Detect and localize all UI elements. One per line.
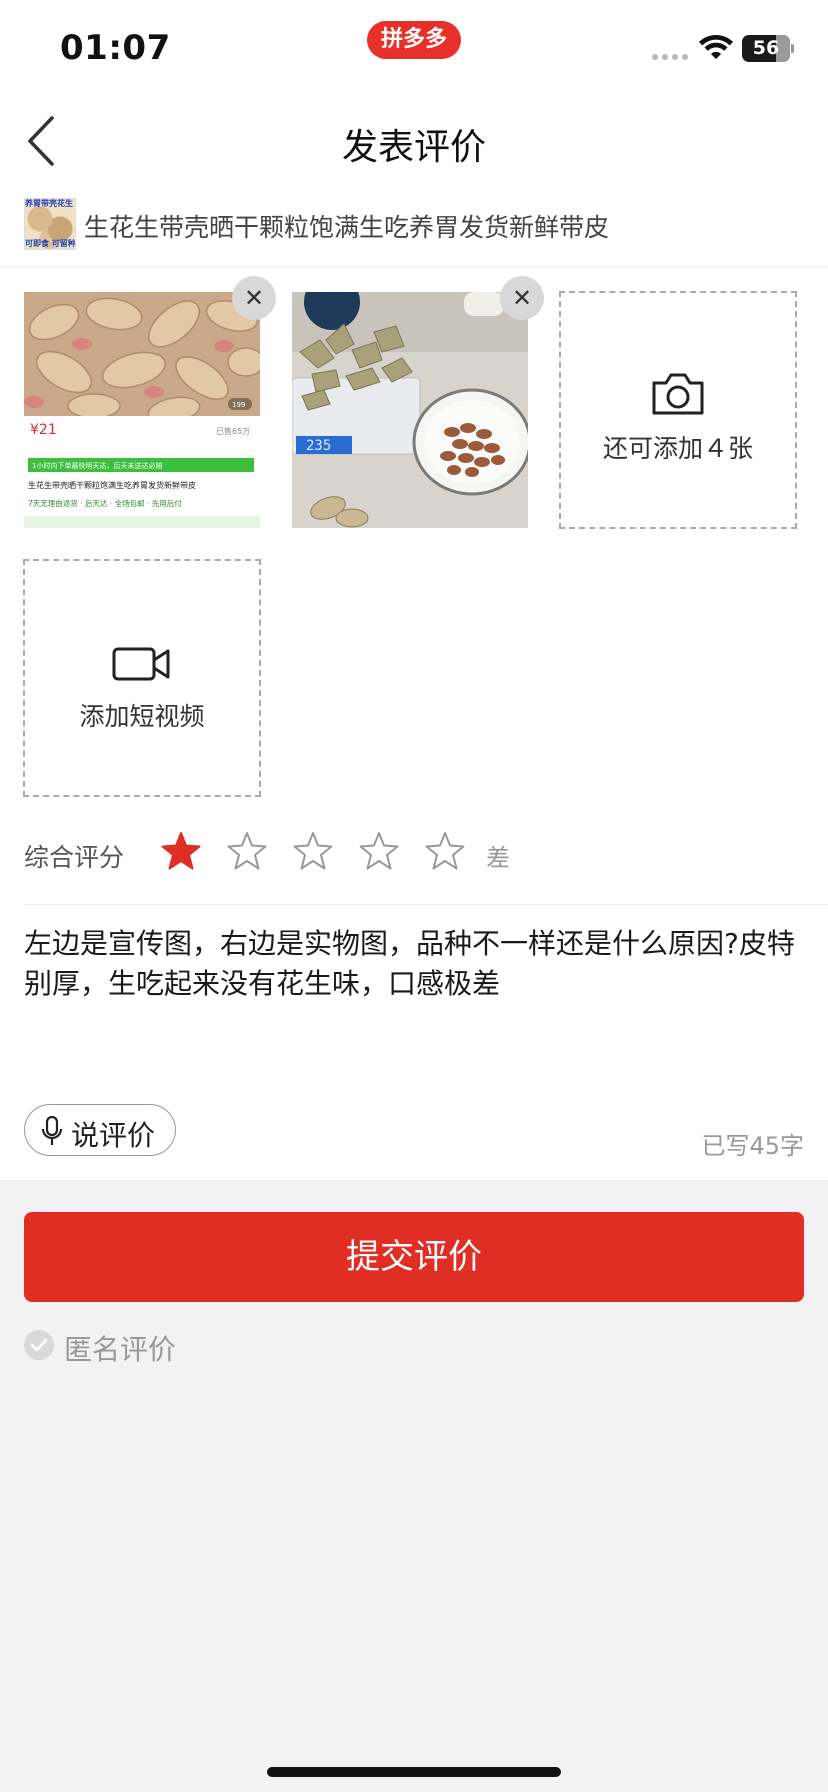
status-bar: 01:07 拼多多 56	[0, 0, 828, 96]
add-photo-button[interactable]: 还可添加４张	[559, 291, 797, 529]
anonymous-label: 匿名评价	[64, 1333, 177, 1366]
page-title: 发表评价	[341, 127, 486, 168]
product-row[interactable]: 养胃带壳花生 可即食 可留种 生花生带壳晒干颗粒饱满生吃养胃发货新鲜带皮	[0, 196, 828, 268]
rating-label: 综合评分	[24, 843, 125, 872]
video-camera-icon	[112, 647, 170, 681]
thumbnail-tag-bottom: 可即食 可留种	[25, 239, 76, 248]
voice-review-label: 说评价	[71, 1119, 156, 1152]
remove-photo-2-button[interactable]: ✕	[500, 276, 544, 320]
close-icon: ✕	[511, 284, 533, 312]
add-video-button[interactable]: 添加短视频	[23, 559, 261, 797]
camera-icon	[652, 373, 704, 415]
product-title: 生花生带壳晒干颗粒饱满生吃养胃发货新鲜带皮	[84, 213, 610, 242]
product-thumbnail: 养胃带壳花生 可即食 可留种	[24, 198, 76, 250]
uploaded-photo-2[interactable]: 235	[292, 292, 528, 528]
rating-star-2[interactable]	[226, 830, 268, 872]
rating-star-3[interactable]	[292, 830, 334, 872]
remove-photo-1-button[interactable]: ✕	[232, 276, 276, 320]
voice-review-button[interactable]: 说评价	[24, 1104, 176, 1156]
review-textarea[interactable]: 左边是宣传图，右边是实物图，品种不一样还是什么原因?皮特别厚，生吃起来没有花生味…	[24, 924, 810, 1004]
uploaded-photo-1[interactable]: ¥21 已售65万 1小时内下单最快明天达，后天未送达必赔 生花生带壳晒干颗粒饱…	[24, 292, 260, 528]
battery-level: 56	[752, 37, 780, 59]
submit-review-button[interactable]: 提交评价	[24, 1212, 804, 1302]
promo-banner: 1小时内下单最快明天达，后天未送达必赔	[32, 461, 162, 470]
promo-service: 7天无理由退货 · 后天达 · 全场包邮 · 先用后付	[28, 498, 182, 508]
checkmark-icon	[24, 1330, 54, 1360]
cellular-signal-icon	[652, 52, 690, 62]
app-badge: 拼多多	[367, 21, 461, 59]
battery-tip	[791, 44, 794, 53]
peanut-promo-image: ¥21 已售65万 1小时内下单最快明天达，后天未送达必赔 生花生带壳晒干颗粒饱…	[24, 292, 260, 528]
rating-star-4[interactable]	[358, 830, 400, 872]
add-video-label: 添加短视频	[79, 702, 205, 731]
status-time: 01:07	[60, 28, 171, 68]
thumbnail-tag-top: 养胃带壳花生	[25, 199, 73, 208]
microphone-icon	[41, 1115, 63, 1145]
add-photo-label: 还可添加４张	[602, 434, 753, 463]
promo-title: 生花生带壳晒干颗粒饱满生吃养胃发货新鲜带皮	[28, 480, 196, 490]
rating-star-5[interactable]	[424, 830, 466, 872]
rating-star-1[interactable]	[160, 830, 202, 872]
close-icon: ✕	[243, 284, 265, 312]
promo-price: ¥21	[30, 422, 57, 438]
promo-sold: 已售65万	[216, 426, 250, 436]
battery-icon: 56	[742, 35, 790, 62]
promo-badge: 199	[232, 401, 245, 409]
screen: 01:07 拼多多 56 发表评价 养胃带壳花生 可即食 可留种 生花生带壳晒干…	[0, 0, 828, 1792]
home-indicator	[267, 1767, 561, 1777]
char-count: 已写45字	[701, 1132, 804, 1160]
scale-reading: 235	[306, 438, 331, 454]
wifi-icon	[699, 34, 733, 59]
rating-text: 差	[486, 844, 510, 872]
divider	[24, 904, 828, 905]
peanut-actual-image: 235	[292, 292, 528, 528]
